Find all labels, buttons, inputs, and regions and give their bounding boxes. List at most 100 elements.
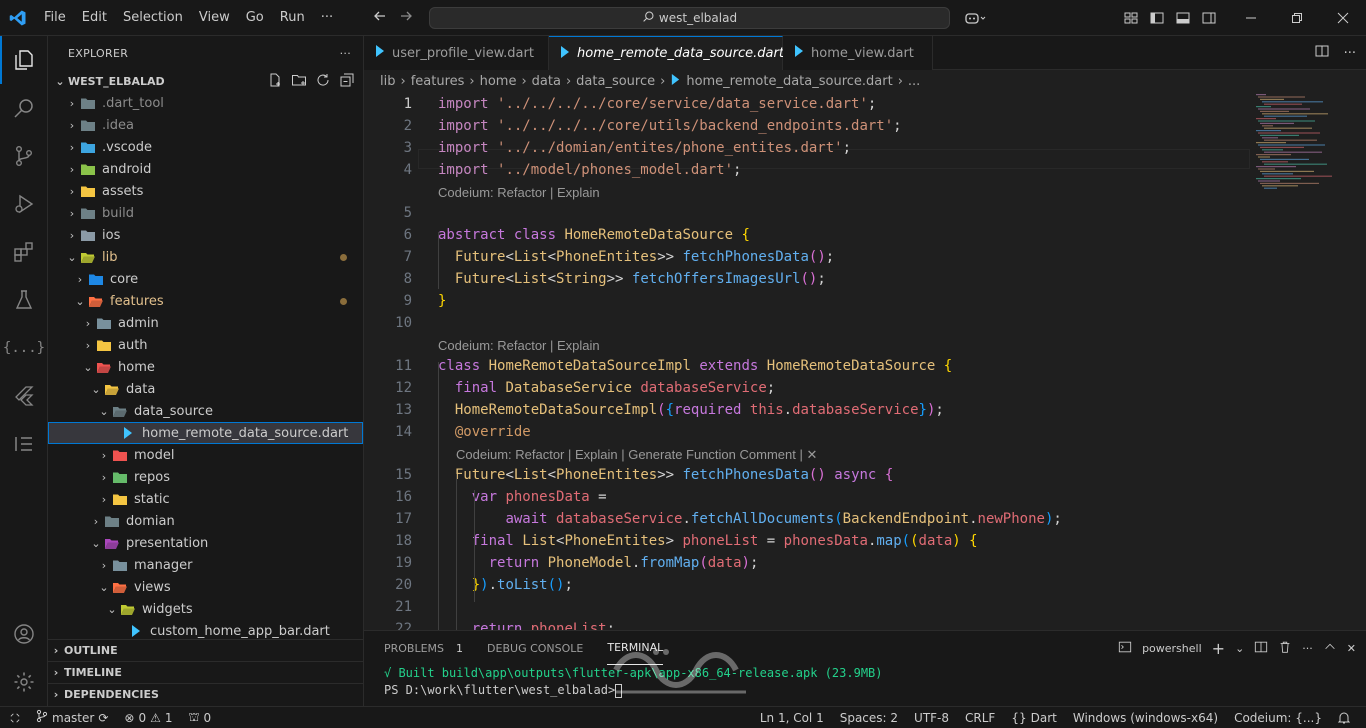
collapse-all-icon[interactable]	[339, 72, 355, 91]
folder-item[interactable]: › .dart_tool	[48, 92, 363, 114]
new-folder-icon[interactable]	[291, 72, 307, 91]
cursor-position[interactable]: Ln 1, Col 1	[752, 707, 832, 728]
kill-terminal-trash-icon[interactable]	[1278, 640, 1292, 657]
menu-go[interactable]: Go	[238, 0, 272, 36]
breadcrumb-item[interactable]: data_source	[576, 74, 655, 89]
close-panel-icon[interactable]: ✕	[1347, 642, 1356, 655]
timeline-section[interactable]: › TIMELINE	[48, 661, 364, 683]
folder-item[interactable]: › .vscode	[48, 136, 363, 158]
folder-item[interactable]: › manager	[48, 554, 363, 576]
folder-item[interactable]: ⌄ presentation	[48, 532, 363, 554]
folder-item[interactable]: › static	[48, 488, 363, 510]
folder-item[interactable]: ⌄ data	[48, 378, 363, 400]
customize-layout-icon[interactable]	[1118, 0, 1144, 36]
code-view[interactable]: 1 import '../../../../core/service/data_s…	[364, 92, 1250, 637]
outline-section[interactable]: › OUTLINE	[48, 639, 364, 661]
notifications-bell-icon[interactable]	[1330, 707, 1358, 728]
close-window-icon[interactable]	[1320, 0, 1366, 36]
encoding[interactable]: UTF-8	[906, 707, 957, 728]
outline-list-icon[interactable]	[0, 420, 48, 468]
folder-item[interactable]: › domian	[48, 510, 363, 532]
more-actions-icon[interactable]: ···	[340, 47, 351, 60]
line-ending[interactable]: CRLF	[957, 707, 1003, 728]
folder-item[interactable]: › android	[48, 158, 363, 180]
menu-selection[interactable]: Selection	[115, 0, 191, 36]
settings-gear-icon[interactable]	[0, 658, 48, 706]
folder-item[interactable]: › .idea	[48, 114, 363, 136]
language-mode[interactable]: {} Dart	[1003, 707, 1065, 728]
folder-item[interactable]: › assets	[48, 180, 363, 202]
folder-item[interactable]: ⌄ data_source	[48, 400, 363, 422]
menu-run[interactable]: Run	[272, 0, 313, 36]
folder-item[interactable]: ⌄ lib	[48, 246, 363, 268]
folder-item[interactable]: › ios	[48, 224, 363, 246]
folder-item[interactable]: › repos	[48, 466, 363, 488]
maximize-panel-icon[interactable]	[1323, 640, 1337, 657]
folder-item[interactable]: ⌄ views	[48, 576, 363, 598]
breadcrumb-item[interactable]: ...	[908, 74, 920, 89]
new-file-icon[interactable]	[267, 72, 283, 91]
command-center-search[interactable]: west_elbalad	[429, 7, 950, 29]
run-debug-icon[interactable]	[0, 180, 48, 228]
file-item[interactable]: home_remote_data_source.dart	[48, 422, 363, 444]
folder-item[interactable]: › admin	[48, 312, 363, 334]
indentation[interactable]: Spaces: 2	[832, 707, 906, 728]
terminal-output[interactable]: √ Built build\app\outputs\flutter-apk\ap…	[364, 665, 1366, 699]
testing-flask-icon[interactable]	[0, 276, 48, 324]
minimize-icon[interactable]	[1228, 0, 1274, 36]
ports-status[interactable]: ⛫ 0	[181, 707, 220, 728]
problems-status[interactable]: ⊗ 0 ⚠ 1	[116, 707, 180, 728]
editor-more-icon[interactable]: ···	[1344, 46, 1356, 61]
source-control-icon[interactable]	[0, 132, 48, 180]
accounts-icon[interactable]	[0, 610, 48, 658]
folder-item[interactable]: › core	[48, 268, 363, 290]
chevron-down-icon[interactable]: ⌄	[1235, 642, 1244, 655]
back-arrow-icon[interactable]	[372, 8, 388, 28]
menu-file[interactable]: File	[36, 0, 74, 36]
tab-debug-console[interactable]: DEBUG CONSOLE	[487, 631, 583, 665]
folder-item[interactable]: ⌄ widgets	[48, 598, 363, 620]
folder-item[interactable]: › model	[48, 444, 363, 466]
codeium-status[interactable]: Codeium: {...}	[1226, 707, 1330, 728]
copilot-icon[interactable]	[962, 0, 988, 36]
folder-item[interactable]: › auth	[48, 334, 363, 356]
split-terminal-icon[interactable]	[1254, 640, 1268, 657]
tab-terminal[interactable]: TERMINAL	[607, 631, 664, 665]
split-editor-icon[interactable]	[1314, 43, 1330, 63]
more-menu-icon[interactable]: ···	[313, 0, 341, 36]
tab-home-view[interactable]: home_view.dart	[783, 36, 933, 70]
folder-item[interactable]: › build	[48, 202, 363, 224]
flutter-icon[interactable]	[0, 372, 48, 420]
refresh-icon[interactable]	[315, 72, 331, 91]
tab-user-profile-view[interactable]: user_profile_view.dart	[364, 36, 549, 70]
project-root[interactable]: ⌄ WEST_ELBALAD	[48, 70, 363, 92]
remote-indicator-icon[interactable]	[0, 707, 28, 728]
json-braces-icon[interactable]: {...}	[0, 324, 48, 372]
flutter-device[interactable]: Windows (windows-x64)	[1065, 707, 1226, 728]
tab-home-remote-data-source[interactable]: home_remote_data_source.dart✕	[549, 36, 807, 70]
toggle-panel-icon[interactable]	[1170, 0, 1196, 36]
toggle-primary-sidebar-icon[interactable]	[1144, 0, 1170, 36]
toggle-secondary-sidebar-icon[interactable]	[1196, 0, 1222, 36]
folder-item[interactable]: ⌄ features	[48, 290, 363, 312]
folder-item[interactable]: ⌄ home	[48, 356, 363, 378]
breadcrumb-item[interactable]: lib	[380, 74, 395, 89]
explorer-icon[interactable]	[0, 36, 48, 84]
dependencies-section[interactable]: › DEPENDENCIES	[48, 683, 364, 705]
breadcrumb-item[interactable]: data	[532, 74, 561, 89]
new-terminal-icon[interactable]: +	[1212, 639, 1225, 658]
search-view-icon[interactable]	[0, 84, 48, 132]
menu-view[interactable]: View	[191, 0, 238, 36]
git-branch[interactable]: master ⟳	[28, 707, 116, 728]
more-actions-icon[interactable]: ···	[1302, 642, 1313, 655]
breadcrumb-item[interactable]: home_remote_data_source.dart	[686, 74, 892, 89]
extensions-icon[interactable]	[0, 228, 48, 276]
menu-edit[interactable]: Edit	[74, 0, 115, 36]
forward-arrow-icon[interactable]	[398, 8, 414, 28]
tab-problems[interactable]: PROBLEMS 1	[384, 631, 463, 665]
shell-name[interactable]: powershell	[1142, 642, 1202, 655]
restore-icon[interactable]	[1274, 0, 1320, 36]
breadcrumb-item[interactable]: home	[480, 74, 517, 89]
breadcrumb-item[interactable]: features	[411, 74, 465, 89]
minimap[interactable]	[1252, 92, 1352, 212]
